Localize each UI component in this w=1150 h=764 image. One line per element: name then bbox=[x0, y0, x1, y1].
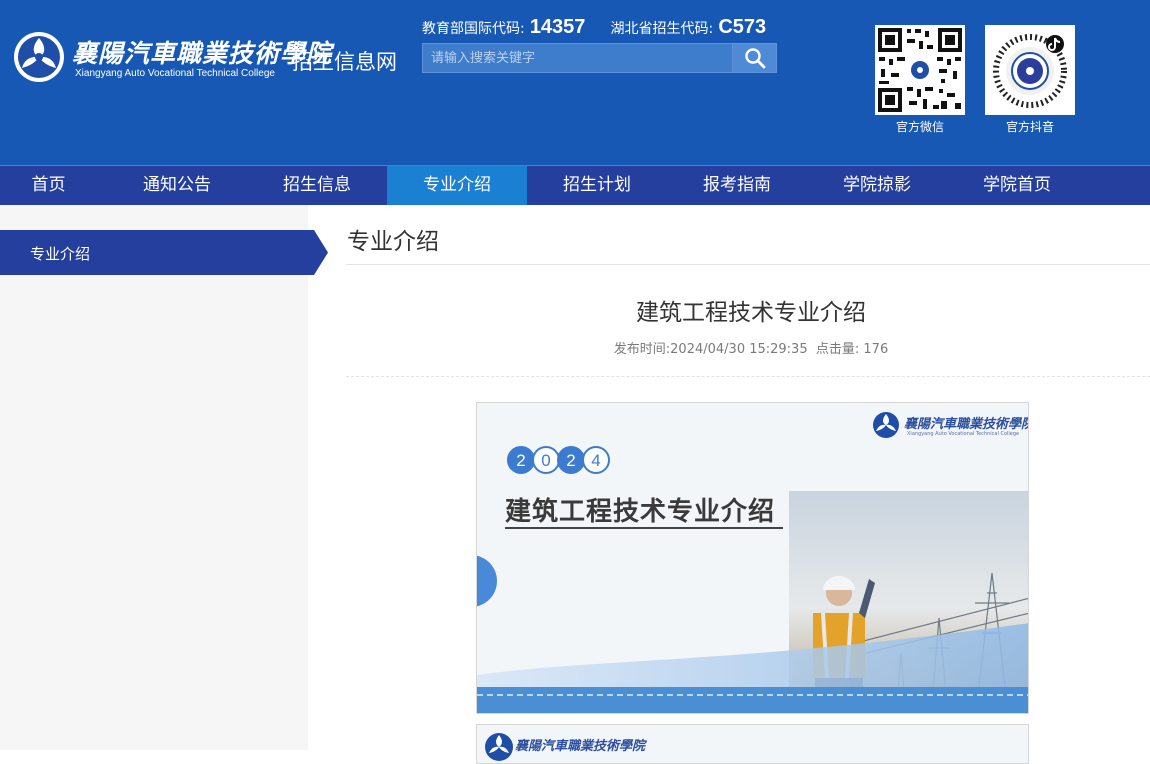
nav-item-admission-info[interactable]: 招生信息 bbox=[247, 166, 387, 205]
slide-title-underline bbox=[505, 527, 783, 529]
nav-item-guide[interactable]: 报考指南 bbox=[667, 166, 807, 205]
intro-slide-image: 襄陽汽車職業技術學院 Xiangyang Auto Vocational Tec… bbox=[476, 402, 1029, 714]
logo-english-name: Xiangyang Auto Vocational Technical Coll… bbox=[75, 68, 275, 79]
nav-item-majors[interactable]: 专业介绍 bbox=[387, 166, 527, 205]
article-title: 建筑工程技术专业介绍 bbox=[636, 300, 866, 326]
year-digit: 2 bbox=[557, 446, 585, 474]
main-content: 专业介绍 建筑工程技术专业介绍 发布时间:2024/04/30 15:29:35… bbox=[346, 205, 1150, 764]
nav-item-home[interactable]: 首页 bbox=[0, 166, 97, 205]
qr-douyin-label: 官方抖音 bbox=[1005, 120, 1054, 134]
sidebar: 专业介绍 bbox=[0, 205, 328, 750]
hubei-code-value: C573 bbox=[718, 16, 767, 38]
nav-item-college-home[interactable]: 学院首页 bbox=[947, 166, 1087, 205]
douyin-qr-code bbox=[985, 25, 1075, 115]
douyin-code-icon bbox=[985, 25, 1075, 115]
sidebar-item-majors[interactable]: 专业介绍 bbox=[0, 230, 328, 275]
year-digit: 0 bbox=[532, 446, 560, 474]
slide-logo-text: 襄陽汽車職業技術學院 bbox=[904, 417, 1029, 432]
sidebar-item-label: 专业介绍 bbox=[30, 245, 91, 263]
year-digit: 2 bbox=[507, 446, 535, 474]
hubei-code-label: 湖北省招生代码: bbox=[610, 21, 714, 37]
admission-codes: 教育部国际代码: 14357 湖北省招生代码: C573 bbox=[422, 16, 786, 42]
year-digit: 4 bbox=[582, 446, 610, 474]
publish-time-label: 发布时间: bbox=[613, 342, 671, 357]
site-name: 招生信息网 bbox=[292, 50, 397, 74]
moe-code-label: 教育部国际代码: bbox=[422, 21, 525, 37]
slide-logo-english: Xiangyang Auto Vocational Technical Coll… bbox=[907, 431, 1020, 437]
qr-wechat: 官方微信 bbox=[875, 25, 965, 135]
click-count-label: 点击量: bbox=[815, 342, 860, 357]
slide2-logo-text: 襄陽汽車職業技術學院 bbox=[515, 739, 646, 754]
nav-item-gallery[interactable]: 学院掠影 bbox=[807, 166, 947, 205]
main-nav: 首页 通知公告 招生信息 专业介绍 招生计划 报考指南 学院掠影 学院首页 bbox=[0, 165, 1150, 205]
moe-code-value: 14357 bbox=[529, 16, 586, 38]
college-emblem-icon bbox=[14, 32, 64, 82]
qr-douyin: 官方抖音 bbox=[985, 25, 1075, 135]
search-icon bbox=[744, 48, 765, 69]
click-count-value: 176 bbox=[863, 342, 889, 357]
second-slide-image: 襄陽汽車職業技術學院 bbox=[476, 724, 1029, 764]
heading-divider bbox=[346, 264, 1150, 265]
qr-wechat-label: 官方微信 bbox=[895, 120, 944, 134]
meta-divider bbox=[346, 376, 1150, 377]
qr-code-icon bbox=[875, 25, 965, 115]
nav-item-admission-plan[interactable]: 招生计划 bbox=[527, 166, 667, 205]
slide-year-badges: 2 0 2 4 bbox=[507, 446, 610, 478]
article-meta: 发布时间:2024/04/30 15:29:35 点击量: 176 bbox=[346, 338, 1150, 357]
search-bar bbox=[422, 43, 777, 73]
publish-time-value: 2024/04/30 15:29:35 bbox=[670, 342, 808, 357]
slide-title: 建筑工程技术专业介绍 bbox=[505, 497, 776, 527]
section-heading: 专业介绍 bbox=[347, 229, 439, 255]
wechat-qr-code bbox=[875, 25, 965, 115]
search-button[interactable] bbox=[732, 43, 777, 73]
nav-item-notices[interactable]: 通知公告 bbox=[107, 166, 247, 205]
site-header: 襄陽汽車職業技術學院 Xiangyang Auto Vocational Tec… bbox=[0, 0, 1150, 165]
search-input[interactable] bbox=[422, 43, 732, 73]
